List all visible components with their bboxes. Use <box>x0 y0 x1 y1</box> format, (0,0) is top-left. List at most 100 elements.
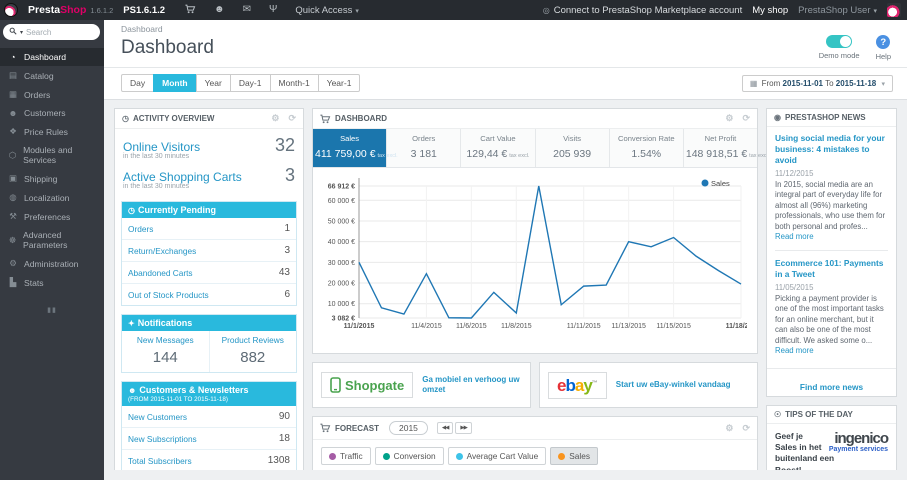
kpi-suffix: tax excl. <box>509 153 530 159</box>
year-pill[interactable]: 2015 <box>389 421 428 435</box>
trophy-icon[interactable]: Ψ <box>269 4 277 17</box>
legend-button-traffic[interactable]: Traffic <box>321 447 371 465</box>
my-shop-link[interactable]: My shop <box>752 5 788 16</box>
sales-chart[interactable]: 3 082 € 10 000 € 20 000 € 30 000 € 40 000 € 5… <box>313 168 757 353</box>
range-button-month[interactable]: Month <box>153 74 197 92</box>
credit-card-icon: ▦ <box>8 89 18 99</box>
prestashop-logo[interactable] <box>4 3 18 17</box>
article-title[interactable]: Ecommerce 101: Payments in a Tweet <box>775 258 888 280</box>
marketplace-label: Connect to PrestaShop Marketplace accoun… <box>553 4 743 16</box>
collapse-menu-button[interactable]: ▮▮ <box>0 306 104 314</box>
sidebar-item-label: Catalog <box>24 70 54 81</box>
sidebar-search[interactable]: ▾ <box>3 24 100 40</box>
legend-button-conversion[interactable]: Conversion <box>374 447 444 465</box>
article-excerpt: Picking a payment provider is one of the… <box>775 293 884 356</box>
sidebar-item-dashboard[interactable]: ◔ Dashboard <box>0 48 104 66</box>
kpi-tab-conversion-rate[interactable]: Conversion Rate 1.54% <box>608 129 683 167</box>
kpi-label: Orders <box>412 134 436 143</box>
gear-icon[interactable]: ⚙ <box>725 113 733 124</box>
sidebar-item-administration[interactable]: ⚙ Administration <box>0 254 104 273</box>
range-button-year[interactable]: Year <box>195 74 231 92</box>
calendar-icon: ▦ <box>749 78 758 88</box>
page-title: Dashboard <box>121 37 214 58</box>
ingenico-logo-text: ingenico <box>834 429 889 447</box>
row-value: 18 <box>278 433 290 444</box>
refresh-icon[interactable]: ⟳ <box>742 113 750 124</box>
shopgate-banner[interactable]: Shopgate Ga mobiel en verhoog uw omzet <box>312 362 531 408</box>
help-button[interactable]: ? <box>876 35 891 49</box>
cart-icon[interactable] <box>185 4 196 17</box>
shop-name-link[interactable]: PS1.6.1.2 <box>123 5 165 16</box>
kpi-label: Visits <box>563 134 582 143</box>
search-input[interactable] <box>26 27 87 37</box>
range-button-year-1[interactable]: Year-1 <box>317 74 361 92</box>
marketplace-link[interactable]: ◎ Connect to PrestaShop Marketplace accou… <box>543 5 743 16</box>
refresh-icon[interactable]: ⟳ <box>288 113 296 124</box>
svg-text:66 912 €: 66 912 € <box>328 184 355 191</box>
legend-button-sales[interactable]: Sales <box>550 447 598 465</box>
list-item: Total Subscribers 1308 <box>122 449 296 470</box>
sidebar-item-modules-and-services[interactable]: ⬡ Modules and Services <box>0 141 104 169</box>
sidebar-item-orders[interactable]: ▦ Orders <box>0 85 104 104</box>
gear-icon[interactable]: ⚙ <box>725 423 733 434</box>
gear-icon[interactable]: ⚙ <box>271 113 279 124</box>
shopgate-link[interactable]: Ga mobiel en verhoog uw omzet <box>422 375 522 396</box>
shopgate-logo: Shopgate <box>321 372 414 398</box>
sidebar-item-catalog[interactable]: ▤ Catalog <box>0 66 104 85</box>
sidebar-item-shipping[interactable]: ▣ Shipping <box>0 169 104 188</box>
legend-button-average-cart-value[interactable]: Average Cart Value <box>447 447 547 465</box>
user-icon[interactable]: ☻ <box>214 4 225 17</box>
sidebar-item-label: Localization <box>24 192 70 203</box>
row-link[interactable]: Abandoned Carts <box>128 268 193 278</box>
range-button-day[interactable]: Day <box>121 74 155 92</box>
kpi-tab-sales[interactable]: Sales 411 759,00 € tax excl. <box>313 129 398 167</box>
next-year-button[interactable]: ▶▶ <box>455 422 472 434</box>
date-range-button[interactable]: ▦ From 2015-11-01 To 2015-11-18 ▾ <box>741 74 893 92</box>
find-more-news-link[interactable]: Find more news <box>767 376 896 396</box>
previous-year-button[interactable]: ◀◀ <box>436 422 454 434</box>
quick-access-menu[interactable]: Quick Access ▾ <box>295 5 359 16</box>
sidebar-item-localization[interactable]: ◍ Localization <box>0 188 104 207</box>
sidebar-item-stats[interactable]: ▙ Stats <box>0 273 104 292</box>
row-link[interactable]: New Subscriptions <box>128 434 197 444</box>
row-link[interactable]: New Customers <box>128 412 187 422</box>
activity-stat: Online Visitors 32 in the last 30 minutes <box>123 135 295 160</box>
sidebar-item-price-rules[interactable]: ❖ Price Rules <box>0 122 104 141</box>
section-title: Customers & Newsletters <box>139 385 249 395</box>
kpi-tab-orders[interactable]: Orders 3 181 <box>386 129 460 167</box>
gauge-icon: ◔ <box>10 52 16 62</box>
sidebar-item-label: Shipping <box>24 173 58 184</box>
sidebar-item-preferences[interactable]: ⚒ Preferences <box>0 207 104 226</box>
activity-stat-link[interactable]: Active Shopping Carts <box>123 170 242 184</box>
mail-icon[interactable]: ✉ <box>243 4 251 17</box>
book-icon: ▤ <box>8 70 18 80</box>
refresh-icon[interactable]: ⟳ <box>742 423 750 434</box>
activity-stat-link[interactable]: Online Visitors <box>123 140 200 154</box>
kpi-tab-cart-value[interactable]: Cart Value 129,44 € tax excl. <box>460 129 534 167</box>
row-link[interactable]: Total Subscribers <box>128 456 192 466</box>
section-title: Notifications <box>137 318 193 328</box>
kpi-tab-net-profit[interactable]: Net Profit 148 918,51 € tax excl. <box>682 129 769 167</box>
ebay-banner[interactable]: ebay™ Start uw eBay-winkel vandaag <box>539 362 758 408</box>
sidebar-item-advanced-parameters[interactable]: ☸ Advanced Parameters <box>0 226 104 254</box>
row-link[interactable]: Orders <box>128 224 153 234</box>
notification-cell-new-messages[interactable]: New Messages 144 <box>122 331 209 372</box>
range-button-month-1[interactable]: Month-1 <box>269 74 319 92</box>
article-title[interactable]: Using social media for your business: 4 … <box>775 133 888 166</box>
row-link[interactable]: Out of Stock Products <box>128 290 209 300</box>
read-more-link[interactable]: Read more <box>775 346 814 355</box>
notification-cell-product-reviews[interactable]: Product Reviews 882 <box>208 331 297 372</box>
sidebar-item-label: Customers <box>24 108 66 118</box>
user-menu[interactable]: PrestaShop User ▾ <box>798 5 877 16</box>
sidebar-item-customers[interactable]: ☻ Customers <box>0 104 104 122</box>
demo-mode-toggle[interactable] <box>826 35 853 48</box>
list-item: Out of Stock Products 6 <box>122 283 296 305</box>
range-button-day-1[interactable]: Day-1 <box>229 74 271 92</box>
row-value: 90 <box>278 411 290 422</box>
avatar[interactable] <box>887 3 901 17</box>
ebay-link[interactable]: Start uw eBay-winkel vandaag <box>616 380 731 390</box>
kpi-tab-visits[interactable]: Visits 205 939 <box>534 129 609 167</box>
read-more-link[interactable]: Read more <box>775 232 814 241</box>
chevron-down-icon[interactable]: ▾ <box>20 29 23 36</box>
row-link[interactable]: Return/Exchanges <box>128 246 196 256</box>
